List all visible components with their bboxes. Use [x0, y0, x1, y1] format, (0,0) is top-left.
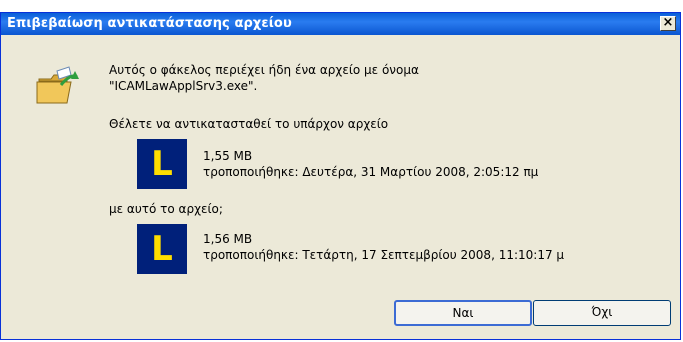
no-button[interactable]: Όχι: [533, 300, 671, 326]
new-file-modified: τροποποιήθηκε: Τετάρτη, 17 Σεπτεμβρίου 2…: [203, 248, 565, 262]
new-file-icon-letter: L: [151, 229, 173, 269]
message-line-1: Αυτός ο φάκελος περιέχει ήδη ένα αρχείο …: [109, 63, 419, 77]
new-file-icon: L: [137, 224, 187, 274]
existing-file-icon: L: [137, 139, 187, 189]
message-line-2: "ICAMLawApplSrv3.exe".: [109, 79, 258, 93]
replace-confirm-dialog: Επιβεβαίωση αντικατάστασης αρχείου × Αυτ…: [0, 12, 681, 340]
existing-file-modified: τροποποιήθηκε: Δευτέρα, 31 Μαρτίου 2008,…: [203, 165, 539, 179]
close-button[interactable]: ×: [660, 16, 676, 31]
new-file-size: 1,56 MB: [203, 232, 253, 246]
existing-file-icon-letter: L: [151, 144, 173, 184]
folder-replace-icon: [36, 66, 79, 104]
title-bar[interactable]: Επιβεβαίωση αντικατάστασης αρχείου ×: [1, 13, 680, 35]
replace-question: Θέλετε να αντικατασταθεί το υπάρχον αρχε…: [109, 117, 389, 131]
window-title: Επιβεβαίωση αντικατάστασης αρχείου: [7, 16, 292, 31]
yes-button[interactable]: Ναι: [394, 300, 532, 326]
existing-file-size: 1,55 MB: [203, 149, 253, 163]
with-this-file-label: με αυτό το αρχείο;: [109, 202, 223, 216]
